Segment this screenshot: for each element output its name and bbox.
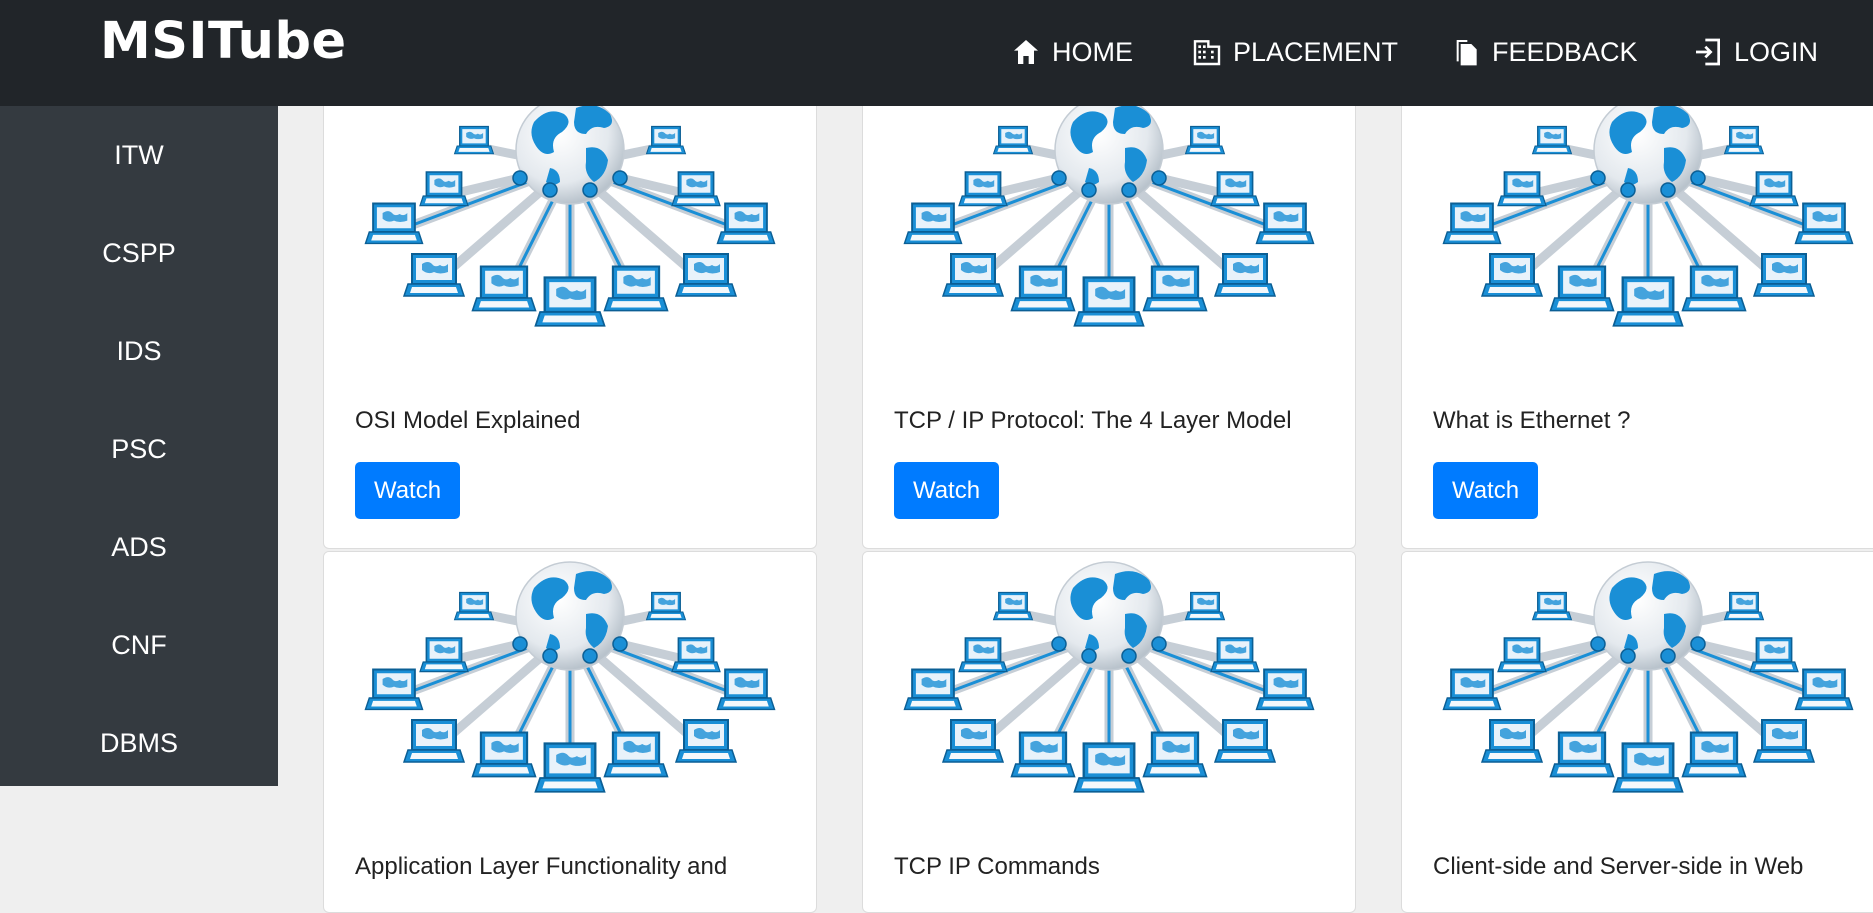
course-sidebar: ITW CSPP IDS PSC ADS CNF DBMS — [0, 106, 278, 786]
video-card: TCP / IP Protocol: The 4 Layer Model Wat… — [862, 85, 1356, 549]
document-icon — [1456, 40, 1477, 66]
video-title: TCP IP Commands — [894, 853, 1100, 880]
video-title: Application Layer Functionality and — [355, 853, 728, 880]
sidebar-item-ids[interactable]: IDS — [0, 302, 278, 400]
watch-button[interactable]: Watch — [894, 462, 999, 519]
building-icon — [1193, 40, 1221, 66]
video-card: Client-side and Server-side in Web — [1401, 551, 1873, 913]
video-title: OSI Model Explained — [355, 407, 581, 434]
video-thumbnail[interactable] — [1402, 552, 1873, 814]
nav-feedback-label: FEEDBACK — [1492, 36, 1638, 67]
sidebar-item-cnf[interactable]: CNF — [0, 596, 278, 694]
watch-button[interactable]: Watch — [1433, 462, 1538, 519]
video-title: TCP / IP Protocol: The 4 Layer Model — [894, 407, 1292, 434]
nav-feedback-link[interactable]: FEEDBACK — [1450, 30, 1638, 74]
nav-login-label: LOGIN — [1734, 36, 1819, 67]
video-card: Application Layer Functionality and — [323, 551, 817, 913]
video-thumbnail[interactable] — [863, 552, 1355, 814]
sidebar-item-itw[interactable]: ITW — [0, 106, 278, 204]
nav-home-label: HOME — [1052, 36, 1133, 67]
video-card: TCP IP Commands — [862, 551, 1356, 913]
video-thumbnail[interactable] — [324, 86, 816, 348]
login-icon — [1696, 38, 1720, 66]
nav-home-link[interactable]: HOME — [1010, 30, 1133, 74]
sidebar-item-dbms[interactable]: DBMS — [0, 694, 278, 792]
video-thumbnail[interactable] — [1402, 86, 1873, 348]
nav-placement-link[interactable]: PLACEMENT — [1191, 30, 1398, 74]
video-card: OSI Model Explained Watch — [323, 85, 817, 549]
home-icon — [1014, 40, 1038, 64]
video-thumbnail[interactable] — [324, 552, 816, 814]
nav-placement-label: PLACEMENT — [1233, 36, 1399, 67]
video-title: What is Ethernet ? — [1433, 407, 1631, 434]
site-logo[interactable]: MSITube — [100, 12, 347, 71]
nav-login-link[interactable]: LOGIN — [1692, 30, 1818, 74]
video-title: Client-side and Server-side in Web — [1433, 853, 1804, 880]
video-thumbnail[interactable] — [863, 86, 1355, 348]
video-card: What is Ethernet ? Watch — [1401, 85, 1873, 549]
top-navbar: MSITube HOME PLACEMENT FEEDBACK LOGIN — [0, 0, 1873, 106]
sidebar-item-psc[interactable]: PSC — [0, 400, 278, 498]
sidebar-item-ads[interactable]: ADS — [0, 498, 278, 596]
watch-button[interactable]: Watch — [355, 462, 460, 519]
sidebar-item-cspp[interactable]: CSPP — [0, 204, 278, 302]
